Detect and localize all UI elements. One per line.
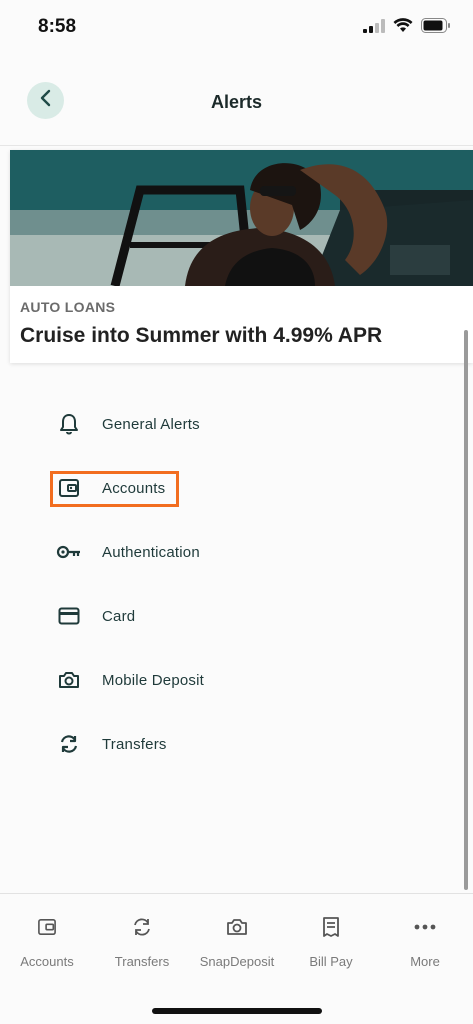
nav-more[interactable]: More bbox=[378, 914, 472, 969]
battery-icon bbox=[421, 18, 451, 38]
status-time: 8:58 bbox=[38, 16, 77, 37]
header: Alerts bbox=[0, 58, 473, 146]
home-indicator[interactable] bbox=[152, 1008, 322, 1014]
nav-snapdeposit[interactable]: SnapDeposit bbox=[190, 914, 284, 969]
nav-transfers[interactable]: Transfers bbox=[95, 914, 189, 969]
bill-icon bbox=[284, 914, 378, 940]
accounts-highlight-outline bbox=[50, 471, 179, 507]
camera-icon bbox=[50, 671, 88, 689]
credit-card-icon bbox=[50, 607, 88, 625]
promo-headline: Cruise into Summer with 4.99% APR bbox=[20, 324, 383, 347]
promo-card[interactable]: AUTO LOANS Cruise into Summer with 4.99%… bbox=[10, 150, 473, 363]
nav-label: Transfers bbox=[114, 954, 170, 969]
promo-image bbox=[10, 150, 473, 286]
alert-item-label: General Alerts bbox=[102, 415, 200, 433]
alert-item-label: Transfers bbox=[102, 735, 167, 753]
transfer-arrows-icon bbox=[95, 914, 189, 940]
alert-item-authentication[interactable]: Authentication bbox=[50, 534, 350, 570]
bell-icon bbox=[50, 413, 88, 435]
page-title: Alerts bbox=[210, 92, 263, 112]
camera-icon bbox=[190, 914, 284, 940]
wallet-icon bbox=[0, 914, 94, 940]
scrollbar[interactable] bbox=[464, 330, 468, 890]
status-icons bbox=[363, 18, 451, 38]
status-bar: 8:58 bbox=[0, 0, 473, 58]
wifi-icon bbox=[393, 18, 413, 38]
promo-eyebrow: AUTO LOANS bbox=[20, 299, 116, 315]
bottom-nav: Accounts Transfers SnapDeposit Bill Pay … bbox=[0, 893, 473, 1024]
nav-label: More bbox=[410, 954, 440, 969]
nav-label: Bill Pay bbox=[309, 954, 353, 969]
alert-item-transfers[interactable]: Transfers bbox=[50, 726, 350, 762]
nav-bill-pay[interactable]: Bill Pay bbox=[284, 914, 378, 969]
key-icon bbox=[50, 544, 88, 560]
cellular-signal-icon bbox=[363, 18, 385, 38]
more-dots-icon bbox=[378, 914, 472, 940]
alert-item-label: Authentication bbox=[102, 543, 200, 561]
alert-item-label: Mobile Deposit bbox=[102, 671, 205, 689]
alert-item-mobile-deposit[interactable]: Mobile Deposit bbox=[50, 662, 350, 698]
nav-label: Accounts bbox=[20, 954, 74, 969]
nav-label: SnapDeposit bbox=[199, 954, 275, 969]
transfer-arrows-icon bbox=[50, 734, 88, 754]
alert-item-label: Card bbox=[102, 607, 136, 625]
alert-item-general-alerts[interactable]: General Alerts bbox=[50, 406, 350, 442]
alert-item-card[interactable]: Card bbox=[50, 598, 350, 634]
nav-accounts[interactable]: Accounts bbox=[0, 914, 94, 969]
